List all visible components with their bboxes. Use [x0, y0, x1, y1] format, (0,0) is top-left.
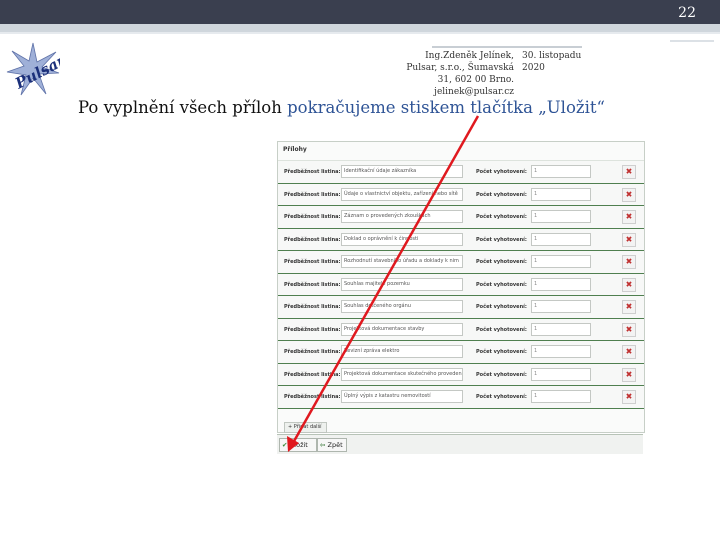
author-line: 31, 602 00 Brno. [437, 75, 514, 85]
delete-icon[interactable]: ✖ [622, 187, 636, 202]
delete-icon[interactable]: ✖ [622, 165, 636, 179]
save-button[interactable]: ✔ Uložit [279, 438, 317, 452]
attachment-name-input[interactable]: Úplný výpis z katastru nemovitostí [341, 390, 463, 403]
count-input[interactable]: 1 [531, 165, 591, 178]
delete-icon[interactable]: ✖ [622, 277, 636, 292]
count-input[interactable]: 1 [531, 232, 591, 246]
attachment-name-input[interactable]: Souhlas dotčeného orgánu [341, 300, 463, 313]
count-input[interactable]: 1 [531, 187, 591, 201]
delete-icon[interactable]: ✖ [622, 367, 636, 382]
delete-icon[interactable]: ✖ [622, 390, 636, 404]
author-line: Pulsar, s.r.o., Šumavská [406, 63, 514, 73]
attachment-row: Předběžnost listina: Projektová dokumenta… [278, 363, 644, 386]
delete-icon[interactable]: ✖ [622, 300, 636, 314]
count-label: Počet vyhotovení: [476, 371, 527, 378]
delete-icon[interactable]: ✖ [622, 322, 636, 337]
attachment-label: Předběžnost listina: [284, 214, 341, 220]
header-accent-thin [0, 32, 720, 34]
attachment-row: Předběžnost listina: Úplný výpis z katast… [278, 386, 644, 409]
attachment-label: Předběžnost listina: [284, 281, 341, 288]
count-label: Počet vyhotovení: [476, 236, 527, 243]
date-line: 30. listopadu [522, 51, 582, 61]
attachment-row: Předběžnost listina: Souhlas majitele poz… [278, 273, 644, 296]
count-input[interactable]: 1 [531, 390, 591, 403]
author-line: Ing.Zdeněk Jelínek, [425, 51, 514, 61]
count-input[interactable]: 1 [531, 255, 591, 268]
heading-highlight: pokračujeme stiskem tlačítka „Uložit“ [287, 98, 605, 117]
slide-number: 22 [678, 5, 696, 21]
top-bar: 22 [0, 0, 720, 24]
attachment-name-input[interactable]: Záznam o provedených zkouškách [341, 210, 463, 223]
date-info: 30. listopadu 2020 [522, 50, 582, 74]
count-label: Počet vyhotovení: [476, 349, 527, 355]
count-input[interactable]: 1 [531, 300, 591, 313]
count-input[interactable]: 1 [531, 210, 591, 223]
attachment-row: Předběžnost listina: Rozhodnutí stavebníh… [278, 251, 644, 274]
attachment-row: Předběžnost listina: Doklad o oprávnění k… [278, 228, 644, 251]
check-icon: ✔ [282, 441, 288, 449]
attachment-name-input[interactable]: Rozhodnutí stavebního úřadu a doklady k … [341, 255, 463, 268]
attachment-label: Předběžnost listina: [284, 169, 341, 175]
attachment-label: Předběžnost listina: [284, 394, 341, 400]
back-button[interactable]: ⇦ Zpět [317, 438, 347, 452]
pulsar-logo: Pulsar [6, 42, 60, 96]
attachment-row: Předběžnost listina: Revizní zpráva elekt… [278, 341, 644, 364]
delete-icon[interactable]: ✖ [622, 345, 636, 359]
attachment-label: Předběžnost listina: [284, 371, 341, 378]
attachment-name-input[interactable]: Projektová dokumentace skutečného proved… [341, 367, 463, 381]
save-label: Uložit [289, 441, 308, 449]
count-label: Počet vyhotovení: [476, 169, 527, 175]
add-attachment-label: Přidat další [293, 424, 322, 430]
attachment-name-input[interactable]: Projektová dokumentace stavby [341, 322, 463, 336]
attachment-name-input[interactable]: Revizní zpráva elektro [341, 345, 463, 358]
attachment-row: Předběžnost listina: Identifikační údaje … [278, 161, 644, 184]
form-actions: ✔ Uložit ⇦ Zpět [277, 434, 643, 454]
attachment-label: Předběžnost listina: [284, 236, 341, 243]
count-label: Počet vyhotovení: [476, 191, 527, 198]
attachment-name-input[interactable]: Identifikační údaje zákazníka [341, 165, 463, 178]
delete-icon[interactable]: ✖ [622, 210, 636, 224]
author-line: jelinek@pulsar.cz [434, 87, 514, 97]
date-line: 2020 [522, 63, 545, 73]
attachment-label: Předběžnost listina: [284, 326, 341, 333]
count-label: Počet vyhotovení: [476, 304, 527, 310]
attachment-name-input[interactable]: Údaje o vlastnictví objektu, zařízení ne… [341, 187, 463, 201]
back-arrow-icon: ⇦ [320, 441, 326, 449]
count-input[interactable]: 1 [531, 367, 591, 381]
count-input[interactable]: 1 [531, 322, 591, 336]
slide-heading: Po vyplnění všech příloh pokračujeme sti… [78, 98, 678, 117]
header-accent [0, 24, 720, 32]
add-attachment-button[interactable]: + Přidat další [284, 422, 327, 433]
attachments-form: Přílohy Předběžnost listina: Identifikačn… [277, 141, 645, 433]
attachment-name-input[interactable]: Doklad o oprávnění k činnosti [341, 232, 463, 246]
heading-text: Po vyplnění všech příloh [78, 98, 288, 117]
author-info: Ing.Zdeněk Jelínek, Pulsar, s.r.o., Šuma… [400, 50, 514, 98]
count-label: Počet vyhotovení: [476, 281, 527, 288]
header-rule-right [670, 40, 714, 42]
form-title: Přílohy [278, 142, 644, 161]
count-input[interactable]: 1 [531, 277, 591, 291]
delete-icon[interactable]: ✖ [622, 232, 636, 247]
attachment-row: Předběžnost listina: Souhlas dotčeného or… [278, 296, 644, 319]
delete-icon[interactable]: ✖ [622, 255, 636, 269]
attachment-label: Předběžnost listina: [284, 349, 341, 355]
back-label: Zpět [327, 441, 343, 449]
attachment-row: Předběžnost listina: Údaje o vlastnictví … [278, 183, 644, 206]
attachment-label: Předběžnost listina: [284, 259, 341, 265]
attachment-rows: Předběžnost listina: Identifikační údaje … [278, 161, 644, 409]
attachment-label: Předběžnost listina: [284, 304, 341, 310]
count-label: Počet vyhotovení: [476, 326, 527, 333]
count-label: Počet vyhotovení: [476, 259, 527, 265]
count-label: Počet vyhotovení: [476, 394, 527, 400]
count-input[interactable]: 1 [531, 345, 591, 358]
attachment-name-input[interactable]: Souhlas majitele pozemku [341, 277, 463, 291]
header-rule [432, 46, 582, 48]
attachment-label: Předběžnost listina: [284, 191, 341, 198]
attachment-row: Předběžnost listina: Záznam o provedených… [278, 206, 644, 229]
count-label: Počet vyhotovení: [476, 214, 527, 220]
attachment-row: Předběžnost listina: Projektová dokumenta… [278, 318, 644, 341]
